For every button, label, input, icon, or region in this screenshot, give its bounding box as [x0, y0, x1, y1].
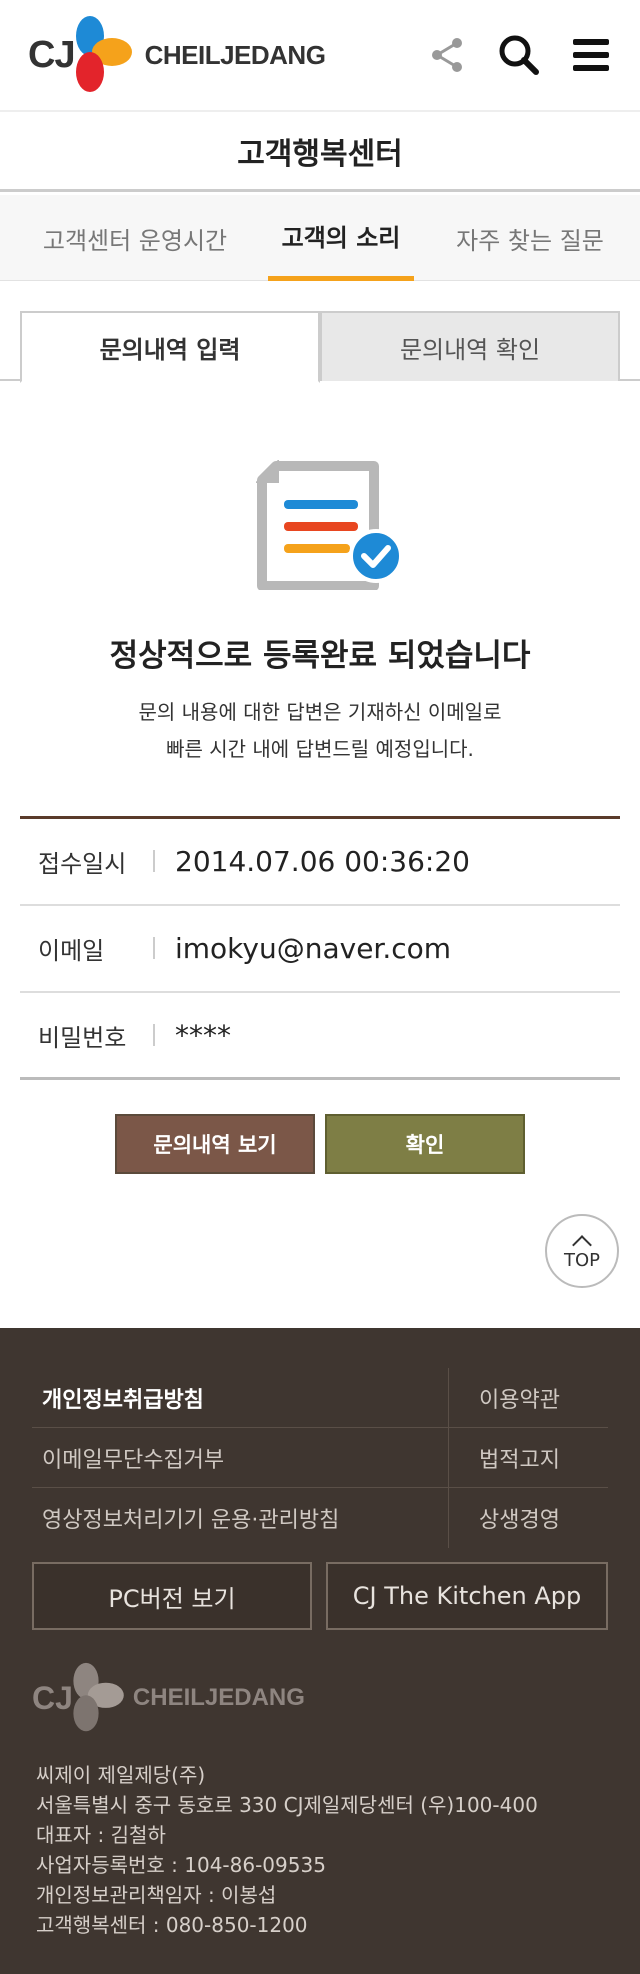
- pc-version-button[interactable]: PC버전 보기: [32, 1562, 312, 1630]
- menu-icon[interactable]: [566, 30, 616, 80]
- info-row-date: 접수일시 2014.07.06 00:36:20: [20, 819, 620, 906]
- footer-logo: CJ CHEILJEDANG: [32, 1658, 305, 1738]
- cctv-policy-link[interactable]: 영상정보처리기기 운용·관리방침: [32, 1502, 448, 1534]
- scroll-top-button[interactable]: TOP: [545, 1214, 619, 1288]
- footer-logo-brand-text: CHEILJEDANG: [132, 1684, 305, 1711]
- logo-cj-text: CJ: [28, 33, 76, 76]
- info-row-password: 비밀번호 ****: [20, 993, 620, 1080]
- password-value: ****: [175, 1018, 231, 1052]
- confirm-button[interactable]: 확인: [325, 1114, 525, 1174]
- main-tabs: 고객센터 운영시간 고객의 소리 자주 찾는 질문: [0, 195, 640, 281]
- kitchen-app-button[interactable]: CJ The Kitchen App: [326, 1562, 608, 1630]
- search-icon[interactable]: [494, 30, 544, 80]
- info-row-email: 이메일 imokyu@naver.com: [20, 906, 620, 993]
- inquiry-info-table: 접수일시 2014.07.06 00:36:20 이메일 imokyu@nave…: [20, 816, 620, 1080]
- subtab-inquiry-input[interactable]: 문의내역 입력: [20, 311, 320, 383]
- footer-link-row: 영상정보처리기기 운용·관리방침 상생경영: [32, 1488, 608, 1548]
- company-name: 씨제이 제일제당(주): [36, 1763, 206, 1787]
- page-title: 고객행복센터: [0, 112, 640, 192]
- email-label: 이메일: [20, 931, 155, 966]
- document-check-icon: [256, 460, 403, 590]
- tab-faq[interactable]: 자주 찾는 질문: [440, 195, 620, 281]
- privacy-officer: 개인정보관리책임자 : 이봉섭: [36, 1883, 277, 1907]
- shared-growth-link[interactable]: 상생경영: [448, 1488, 560, 1548]
- company-info: 씨제이 제일제당(주) 서울특별시 중구 동호로 330 CJ제일제당센터 (우…: [36, 1760, 538, 1940]
- terms-link[interactable]: 이용약관: [448, 1367, 560, 1428]
- email-value: imokyu@naver.com: [175, 932, 452, 965]
- logo-brand-text: CHEILJEDANG: [144, 39, 326, 70]
- header: CJ CHEILJEDANG: [0, 0, 640, 112]
- completion-title: 정상적으로 등록완료 되었습니다: [109, 638, 531, 674]
- footer-link-row: 이메일무단수집거부 법적고지: [32, 1427, 608, 1488]
- completion-desc-line2: 빠른 시간 내에 답변드릴 예정입니다.: [166, 737, 474, 761]
- subtab-inquiry-check[interactable]: 문의내역 확인: [320, 311, 620, 381]
- footer-link-row: 개인정보취급방침 이용약관: [32, 1367, 608, 1428]
- footer: 개인정보취급방침 이용약관 이메일무단수집거부 법적고지 영상정보처리기기 운용…: [0, 1328, 640, 1974]
- privacy-policy-link[interactable]: 개인정보취급방침: [32, 1382, 448, 1414]
- company-ceo: 대표자 : 김철하: [36, 1823, 166, 1847]
- password-label: 비밀번호: [20, 1018, 155, 1053]
- company-address: 서울특별시 중구 동호로 330 CJ제일제당센터 (우)100-400: [36, 1793, 538, 1817]
- date-value: 2014.07.06 00:36:20: [175, 845, 470, 878]
- footer-logo-cj-text: CJ: [32, 1679, 73, 1716]
- completion-desc-line1: 문의 내용에 대한 답변은 기재하신 이메일로: [138, 700, 502, 724]
- customer-phone: 고객행복센터 : 080-850-1200: [36, 1913, 308, 1937]
- business-number: 사업자등록번호 : 104-86-09535: [36, 1853, 326, 1877]
- tab-operating-hours[interactable]: 고객센터 운영시간: [30, 195, 240, 281]
- cj-logo[interactable]: CJ CHEILJEDANG: [28, 14, 326, 96]
- sub-tabs: 문의내역 입력 문의내역 확인: [0, 311, 640, 383]
- date-label: 접수일시: [20, 844, 155, 879]
- footer-links: 개인정보취급방침 이용약관 이메일무단수집거부 법적고지 영상정보처리기기 운용…: [32, 1367, 608, 1548]
- legal-notice-link[interactable]: 법적고지: [448, 1427, 560, 1488]
- completion-description: 문의 내용에 대한 답변은 기재하신 이메일로 빠른 시간 내에 답변드릴 예정…: [0, 694, 640, 768]
- email-refusal-link[interactable]: 이메일무단수집거부: [32, 1442, 448, 1474]
- tab-customer-voice[interactable]: 고객의 소리: [268, 195, 414, 281]
- share-icon[interactable]: [422, 30, 472, 80]
- view-inquiry-button[interactable]: 문의내역 보기: [115, 1114, 315, 1174]
